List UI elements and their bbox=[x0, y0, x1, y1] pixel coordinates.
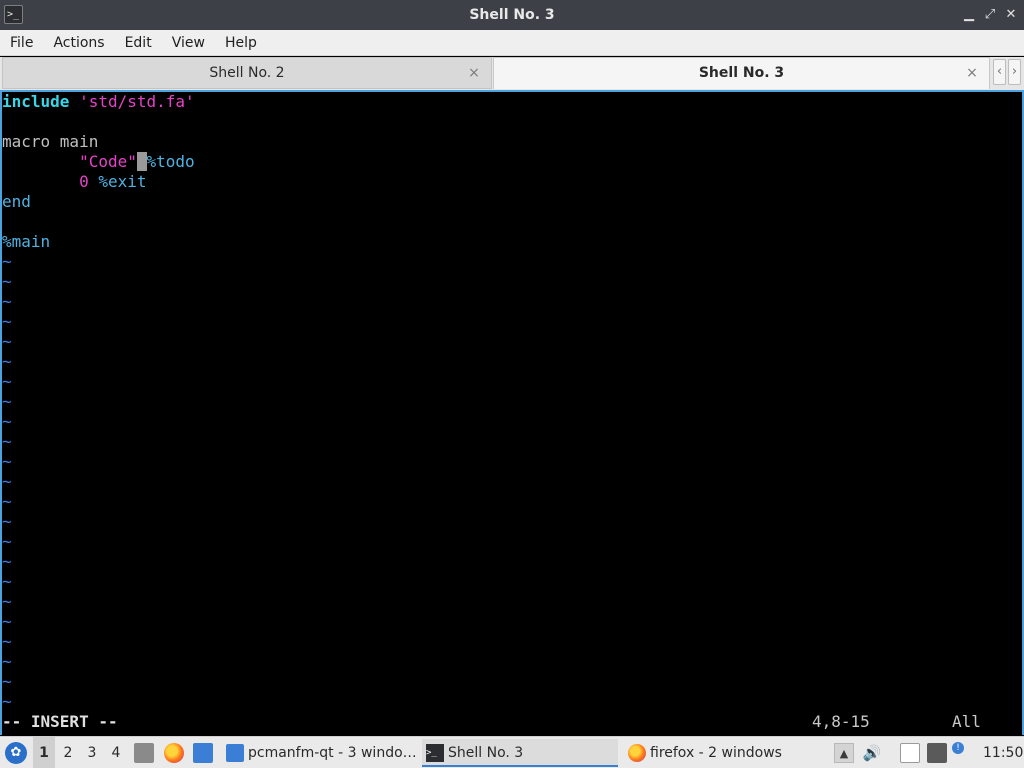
minimize-button[interactable]: ▁ bbox=[961, 7, 977, 23]
window-titlebar[interactable]: >_ Shell No. 3 ▁ ⤢ ✕ bbox=[0, 0, 1024, 30]
empty-line-tilde: ~ bbox=[2, 352, 12, 371]
empty-line-tilde: ~ bbox=[2, 612, 12, 631]
empty-line-tilde: ~ bbox=[2, 492, 12, 511]
terminal-view[interactable]: include 'std/std.fa' macro main "Code" %… bbox=[0, 90, 1024, 735]
empty-line-tilde: ~ bbox=[2, 672, 12, 691]
tab-scroll-right-button[interactable]: › bbox=[1008, 59, 1021, 85]
empty-line-tilde: ~ bbox=[2, 452, 12, 471]
task-label: pcmanfm-qt - 3 windo… bbox=[248, 745, 417, 761]
empty-line-tilde: ~ bbox=[2, 252, 12, 271]
close-button[interactable]: ✕ bbox=[1003, 7, 1019, 23]
terminal-icon: >_ bbox=[426, 744, 444, 762]
tab-shell-3[interactable]: Shell No. 3 × bbox=[493, 57, 990, 89]
menu-bar: File Actions Edit View Help bbox=[0, 30, 1024, 56]
insert-mode-indicator: -- INSERT -- bbox=[2, 712, 118, 731]
empty-line-tilde: ~ bbox=[2, 692, 12, 711]
tray-up-arrow-icon[interactable]: ▲ bbox=[834, 743, 854, 763]
task-shell[interactable]: >_ Shell No. 3 bbox=[422, 739, 618, 767]
tab-scroll-left-button[interactable]: ‹ bbox=[993, 59, 1006, 85]
notification-icon[interactable]: ! bbox=[952, 742, 964, 754]
network-icon[interactable] bbox=[927, 743, 947, 763]
tab-shell-2[interactable]: Shell No. 2 × bbox=[2, 57, 492, 89]
desktop-2-button[interactable]: 2 bbox=[57, 737, 79, 768]
code-line-5: 0 %exit bbox=[79, 172, 147, 191]
desktop-4-button[interactable]: 4 bbox=[105, 737, 127, 768]
empty-line-tilde: ~ bbox=[2, 592, 12, 611]
taskbar: ✿ 1 2 3 4 pcmanfm-qt - 3 windo… >_ Shell… bbox=[0, 736, 1024, 768]
empty-line-tilde: ~ bbox=[2, 332, 12, 351]
terminal-app-icon[interactable]: >_ bbox=[4, 5, 23, 24]
desktop-1-button[interactable]: 1 bbox=[33, 737, 55, 768]
code-line-4: "Code" %todo bbox=[79, 152, 195, 171]
empty-line-tilde: ~ bbox=[2, 412, 12, 431]
empty-line-tilde: ~ bbox=[2, 632, 12, 651]
start-menu-icon[interactable]: ✿ bbox=[5, 742, 27, 764]
firefox-icon bbox=[628, 744, 646, 762]
scroll-indicator: All bbox=[952, 712, 981, 731]
tab-label: Shell No. 3 bbox=[698, 65, 785, 81]
empty-line-tilde: ~ bbox=[2, 552, 12, 571]
tab-close-icon[interactable]: × bbox=[467, 58, 481, 88]
folder-icon bbox=[226, 744, 244, 762]
empty-line-tilde: ~ bbox=[2, 312, 12, 331]
empty-line-tilde: ~ bbox=[2, 572, 12, 591]
desktop-3-button[interactable]: 3 bbox=[81, 737, 103, 768]
task-label: firefox - 2 windows bbox=[650, 745, 782, 761]
task-firefox[interactable]: firefox - 2 windows bbox=[624, 739, 820, 767]
menu-actions[interactable]: Actions bbox=[43, 30, 114, 56]
code-line-8: %main bbox=[2, 232, 51, 251]
volume-icon[interactable]: 🔊 bbox=[862, 743, 882, 763]
empty-line-tilde: ~ bbox=[2, 512, 12, 531]
empty-line-tilde: ~ bbox=[2, 532, 12, 551]
firefox-launcher-icon[interactable] bbox=[164, 743, 184, 763]
tab-label: Shell No. 2 bbox=[209, 65, 285, 81]
tab-close-icon[interactable]: × bbox=[965, 58, 979, 88]
empty-line-tilde: ~ bbox=[2, 472, 12, 491]
cursor-position: 4,8-15 bbox=[812, 712, 870, 731]
empty-line-tilde: ~ bbox=[2, 392, 12, 411]
empty-line-tilde: ~ bbox=[2, 652, 12, 671]
menu-edit[interactable]: Edit bbox=[115, 30, 162, 56]
code-line-3: macro main bbox=[2, 132, 99, 151]
clock[interactable]: 11:50 bbox=[983, 737, 1023, 768]
menu-help[interactable]: Help bbox=[215, 30, 267, 56]
code-line-1: include 'std/std.fa' bbox=[2, 92, 195, 111]
empty-line-tilde: ~ bbox=[2, 272, 12, 291]
text-cursor bbox=[136, 152, 147, 171]
empty-line-tilde: ~ bbox=[2, 432, 12, 451]
task-pcmanfm[interactable]: pcmanfm-qt - 3 windo… bbox=[222, 739, 418, 767]
menu-file[interactable]: File bbox=[0, 30, 43, 56]
clipboard-icon[interactable] bbox=[900, 743, 920, 763]
empty-line-tilde: ~ bbox=[2, 292, 12, 311]
maximize-button[interactable]: ⤢ bbox=[982, 7, 998, 23]
tab-bar: Shell No. 2 × Shell No. 3 × ‹ › bbox=[0, 57, 1024, 90]
window-title: Shell No. 3 bbox=[469, 7, 555, 23]
menu-view[interactable]: View bbox=[162, 30, 215, 56]
file-manager-launcher-icon[interactable] bbox=[134, 743, 154, 763]
empty-line-tilde: ~ bbox=[2, 372, 12, 391]
task-label: Shell No. 3 bbox=[448, 745, 524, 761]
show-desktop-icon[interactable] bbox=[193, 743, 213, 763]
vim-status-line: -- INSERT -- 4,8-15 All bbox=[2, 712, 1022, 732]
code-line-6: end bbox=[2, 192, 31, 211]
